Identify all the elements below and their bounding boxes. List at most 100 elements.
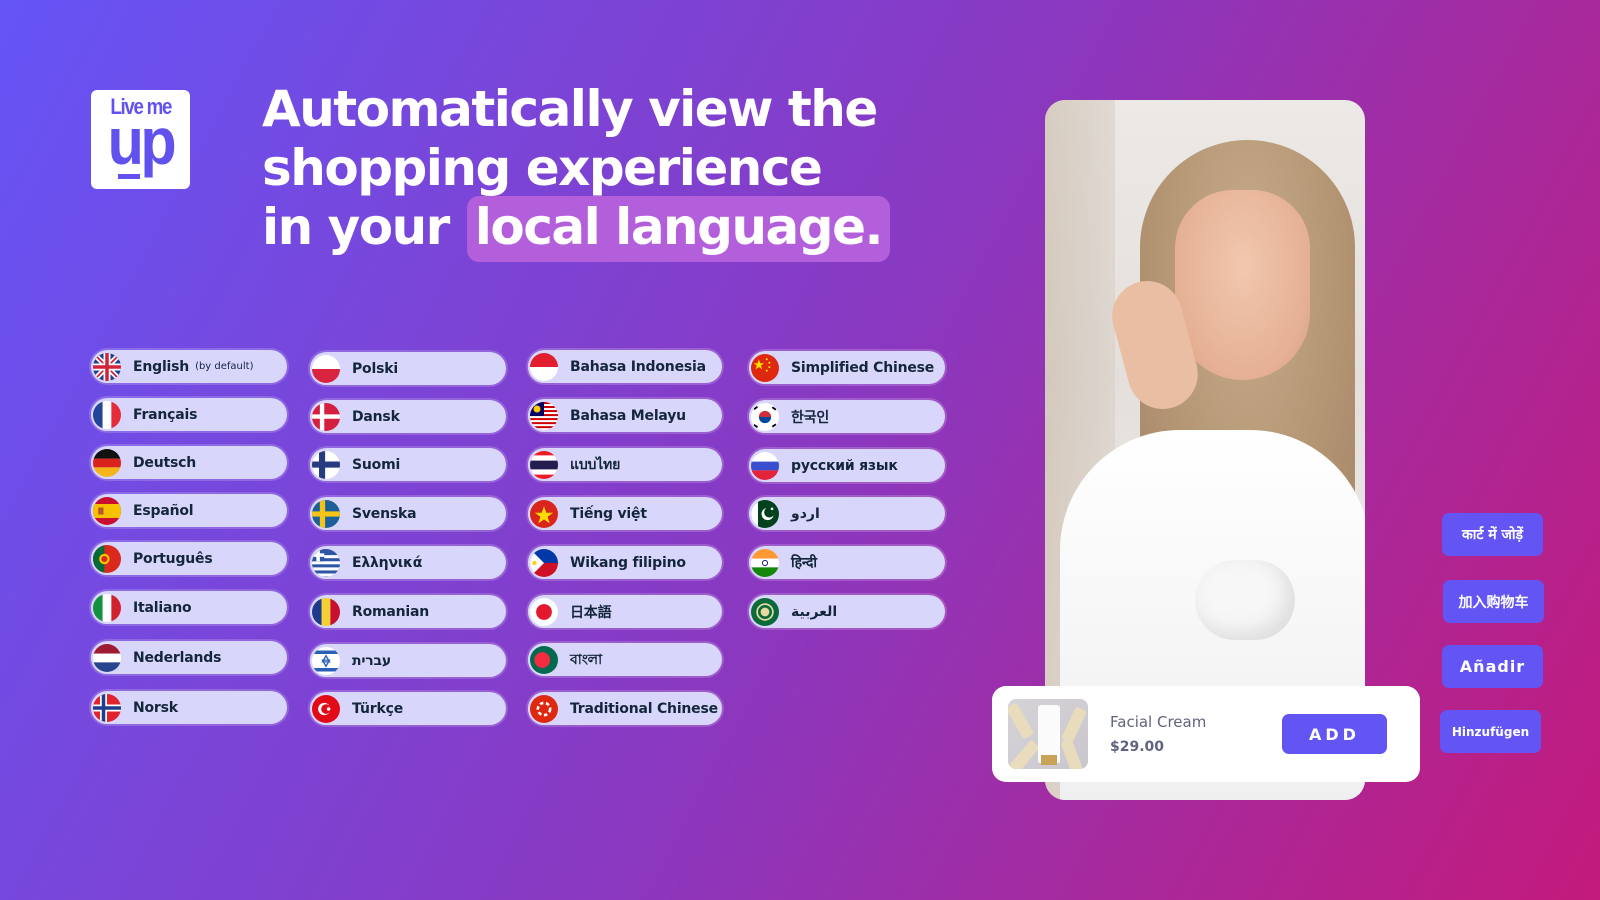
flag-bd-icon [528, 643, 560, 676]
flag-jp-icon [528, 595, 560, 628]
flag-fi-icon [310, 448, 342, 481]
language-option-il[interactable]: עברית [310, 644, 506, 677]
language-label: Bahasa Melayu [570, 407, 686, 424]
product-name: Facial Cream [1110, 713, 1207, 731]
language-label: Español [133, 502, 194, 519]
language-label: Türkçe [352, 700, 403, 717]
flag-it-icon [91, 591, 123, 624]
flag-pt-icon [91, 542, 123, 575]
language-option-pl[interactable]: Polski [310, 352, 506, 385]
flag-ph-icon [528, 546, 560, 579]
language-option-arab[interactable]: العربية [749, 595, 945, 628]
photo-face [1175, 190, 1310, 380]
language-option-ro[interactable]: Romanian [310, 595, 506, 628]
language-option-se[interactable]: Svenska [310, 497, 506, 530]
language-label: Traditional Chinese [570, 700, 718, 717]
flag-dk-icon [310, 400, 342, 433]
flag-th-icon [528, 448, 560, 481]
language-option-id[interactable]: Bahasa Indonesia [528, 350, 722, 383]
photo-cream-jar [1195, 560, 1295, 640]
language-option-ru[interactable]: русский язык [749, 449, 945, 482]
language-label: English [133, 358, 190, 375]
language-label: Romanian [352, 603, 430, 620]
headline-line-1: Automatically view the [262, 80, 878, 138]
flag-my-icon [528, 399, 560, 432]
flag-ru-icon [749, 449, 781, 482]
flag-tr-icon [310, 692, 342, 725]
add-to-cart-spanish-button[interactable]: Añadir [1442, 645, 1543, 688]
language-label: Svenska [352, 505, 417, 522]
flag-vn-icon [528, 497, 560, 530]
language-option-cn[interactable]: Simplified Chinese [749, 351, 945, 384]
language-option-pk[interactable]: اردو [749, 497, 945, 530]
language-option-dk[interactable]: Dansk [310, 400, 506, 433]
language-label: Polski [352, 360, 398, 377]
language-option-no[interactable]: Norsk [91, 691, 287, 724]
language-option-fr[interactable]: Français [91, 398, 287, 431]
language-label: Italiano [133, 599, 192, 616]
language-label: Français [133, 406, 198, 423]
language-label: русский язык [791, 457, 898, 474]
add-to-cart-chinese-button[interactable]: 加入购物车 [1443, 580, 1544, 623]
flag-hk-icon [528, 692, 560, 725]
language-label: Simplified Chinese [791, 359, 935, 376]
language-option-nl[interactable]: Nederlands [91, 641, 287, 674]
flag-id-icon [528, 350, 560, 383]
flag-es-icon [91, 494, 123, 527]
language-label: Dansk [352, 408, 400, 425]
language-label: Suomi [352, 456, 401, 473]
language-option-my[interactable]: Bahasa Melayu [528, 399, 722, 432]
language-label: Tiếng việt [570, 505, 647, 522]
default-language-note: (by default) [195, 361, 254, 372]
language-option-in[interactable]: हिन्दी [749, 546, 945, 579]
headline: Automatically view the shopping experien… [262, 80, 902, 262]
language-label: Nederlands [133, 649, 222, 666]
language-label: Português [133, 550, 213, 567]
product-thumbnail [1008, 699, 1088, 769]
language-option-pt[interactable]: Português [91, 542, 287, 575]
flag-pk-icon [749, 497, 781, 530]
flag-gr-icon [310, 546, 342, 579]
language-label: 日本語 [570, 604, 612, 621]
add-to-cart-german-button[interactable]: Hinzufügen [1440, 710, 1541, 753]
flag-il-icon [310, 644, 342, 677]
flag-arab-icon [749, 595, 781, 628]
language-option-tr[interactable]: Türkçe [310, 692, 506, 725]
language-label: แบบไทย [570, 456, 621, 473]
flag-in-icon [749, 546, 781, 579]
language-option-vn[interactable]: Tiếng việt [528, 497, 722, 530]
language-label: العربية [791, 603, 838, 620]
language-label: Ελληνικά [352, 554, 423, 571]
flag-gb-icon [91, 350, 123, 383]
language-label: Wikang filipino [570, 554, 686, 571]
language-option-gr[interactable]: Ελληνικά [310, 546, 506, 579]
language-label: Bahasa Indonesia [570, 358, 706, 375]
add-to-cart-hindi-button[interactable]: कार्ट में जोड़ें [1442, 513, 1543, 556]
language-label: 한국인 [791, 409, 830, 426]
language-option-fi[interactable]: Suomi [310, 448, 506, 481]
flag-cn-icon [749, 351, 781, 384]
headline-line-2: shopping experience [262, 139, 823, 197]
add-to-cart-button[interactable]: ADD [1282, 714, 1387, 754]
flag-pl-icon [310, 352, 342, 385]
language-option-bd[interactable]: বাংলা [528, 643, 722, 676]
language-option-gb[interactable]: English (by default) [91, 350, 287, 383]
language-option-de[interactable]: Deutsch [91, 446, 287, 479]
language-label: Deutsch [133, 454, 196, 471]
language-label: اردو [791, 505, 820, 522]
flag-kr-icon [749, 400, 781, 433]
headline-line-3-prefix: in your [262, 198, 450, 256]
logo-underline [118, 174, 140, 179]
brand-logo: Live me up [91, 90, 190, 189]
language-option-jp[interactable]: 日本語 [528, 595, 722, 628]
language-option-ph[interactable]: Wikang filipino [528, 546, 722, 579]
flag-fr-icon [91, 398, 123, 431]
product-card: Facial Cream $29.00 ADD [992, 686, 1420, 782]
language-option-es[interactable]: Español [91, 494, 287, 527]
language-option-hk[interactable]: Traditional Chinese [528, 692, 722, 725]
language-option-it[interactable]: Italiano [91, 591, 287, 624]
language-option-th[interactable]: แบบไทย [528, 448, 722, 481]
flag-no-icon [91, 691, 123, 724]
language-label: বাংলা [570, 651, 602, 668]
language-option-kr[interactable]: 한국인 [749, 400, 945, 433]
